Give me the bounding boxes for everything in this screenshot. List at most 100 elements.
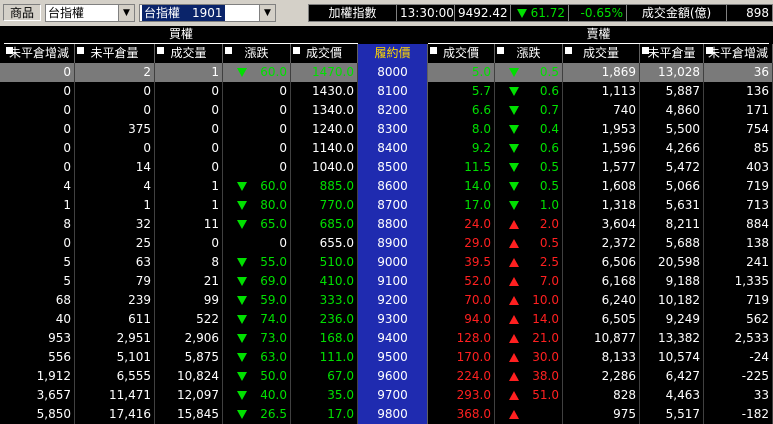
- p-price-cell: 70.0: [428, 291, 495, 310]
- col-put-oi-change[interactable]: 未平倉增減: [704, 44, 773, 63]
- chevron-down-icon[interactable]: ▼: [118, 5, 134, 21]
- cell-value: 5,101: [116, 350, 151, 364]
- cell-value: 0: [143, 84, 151, 98]
- sort-marker-icon: [642, 47, 649, 54]
- c-price-cell: 67.0: [291, 367, 358, 386]
- cell-value: 2,906: [184, 331, 219, 345]
- cell-value: 236.0: [319, 312, 354, 326]
- table-row[interactable]: 556 5,101 5,875 63.0 111.0 9500 170.0 30.0 8,133…: [0, 348, 773, 367]
- table-row[interactable]: 1 1 1 80.0 770.0 8700 17.0 1.0 1,318 5,631 713: [0, 196, 773, 215]
- p-oi-chg-cell: 754: [704, 120, 773, 139]
- p-price-cell: 29.0: [428, 234, 495, 253]
- p-price-cell: 14.0: [428, 177, 495, 196]
- strike-price-cell: 9200: [358, 291, 428, 310]
- cell-value: 9300: [377, 312, 408, 326]
- cell-value: 556: [48, 350, 71, 364]
- strike-price-cell: 8700: [358, 196, 428, 215]
- c-oi-cell: 0: [75, 101, 155, 120]
- ticker-change-pct: -0.65%: [569, 5, 627, 21]
- c-vol-cell: 0: [155, 120, 223, 139]
- cell-value: 0: [63, 141, 71, 155]
- column-header-label: 未平倉增減: [707, 46, 768, 60]
- cell-value: 5.7: [471, 84, 491, 98]
- column-header-label: 漲跌: [244, 46, 269, 60]
- table-row[interactable]: 4 4 1 60.0 885.0 8600 14.0 0.5 1,608 5,066 719: [0, 177, 773, 196]
- col-put-volume[interactable]: 成交量: [563, 44, 640, 63]
- col-put-oi[interactable]: 未平倉量: [640, 44, 704, 63]
- c-oi-cell: 0: [75, 82, 155, 101]
- cell-value: 60.0: [260, 179, 287, 193]
- cell-value: 0: [63, 236, 71, 250]
- table-row[interactable]: 0 25 0 0 655.0 8900 29.0 0.5 2,372 5,688 138: [0, 234, 773, 253]
- ticker-time: 13:30:00: [397, 5, 455, 21]
- month-select[interactable]: 台指權 1901 ▼: [139, 4, 276, 22]
- col-put-price[interactable]: 成交價: [428, 44, 495, 63]
- cell-value: 5,631: [665, 198, 700, 212]
- cell-value: 8.0: [471, 122, 491, 136]
- strike-price-cell: 8200: [358, 101, 428, 120]
- cell-value: 8,211: [665, 217, 700, 231]
- c-chg-cell: 69.0: [223, 272, 291, 291]
- up-arrow-icon: [509, 353, 519, 362]
- ticker-change-cell: 61.72: [511, 5, 569, 21]
- cell-value: 5,887: [665, 84, 700, 98]
- col-call-change[interactable]: 漲跌: [223, 44, 291, 63]
- c-vol-cell: 11: [155, 215, 223, 234]
- c-oi-chg-cell: 0: [4, 101, 75, 120]
- table-row[interactable]: 5,850 17,416 15,845 26.5 17.0 9800 368.0 975 5,5…: [0, 405, 773, 424]
- c-vol-cell: 0: [155, 139, 223, 158]
- up-arrow-icon: [509, 258, 519, 267]
- strike-price-cell: 9700: [358, 386, 428, 405]
- chevron-down-icon[interactable]: ▼: [259, 5, 275, 21]
- col-put-change[interactable]: 漲跌: [495, 44, 563, 63]
- table-row[interactable]: 0 0 0 0 1430.0 8100 5.7 0.6 1,113 5,887 136: [0, 82, 773, 101]
- p-vol-cell: 975: [563, 405, 640, 424]
- cell-value: 655.0: [319, 236, 354, 250]
- down-arrow-icon: [237, 296, 247, 305]
- down-arrow-icon: [509, 87, 519, 96]
- c-oi-chg-cell: 0: [4, 63, 75, 82]
- down-arrow-icon: [237, 353, 247, 362]
- cell-value: 2.5: [539, 255, 559, 269]
- table-row[interactable]: 1,912 6,555 10,824 50.0 67.0 9600 224.0 38.0 2,2…: [0, 367, 773, 386]
- col-call-price[interactable]: 成交價: [291, 44, 358, 63]
- table-row[interactable]: 0 0 0 0 1140.0 8400 9.2 0.6 1,596 4,266 85: [0, 139, 773, 158]
- col-call-oi-change[interactable]: 未平倉增減: [4, 44, 75, 63]
- p-price-cell: 39.5: [428, 253, 495, 272]
- table-row[interactable]: 68 239 99 59.0 333.0 9200 70.0 10.0 6,240 10,182 7…: [0, 291, 773, 310]
- p-price-cell: 5.7: [428, 82, 495, 101]
- table-row[interactable]: 953 2,951 2,906 73.0 168.0 9400 128.0 21.0 10,87…: [0, 329, 773, 348]
- cell-value: 0: [143, 141, 151, 155]
- cell-value: 111.0: [319, 350, 354, 364]
- col-call-volume[interactable]: 成交量: [155, 44, 223, 63]
- table-row[interactable]: 0 14 0 0 1040.0 8500 11.5 0.5 1,577 5,472 403: [0, 158, 773, 177]
- p-price-cell: 293.0: [428, 386, 495, 405]
- c-price-cell: 111.0: [291, 348, 358, 367]
- cell-value: 128.0: [456, 331, 491, 345]
- table-row[interactable]: 5 63 8 55.0 510.0 9000 39.5 2.5 6,506 20,598 241: [0, 253, 773, 272]
- cell-value: 2: [143, 65, 151, 79]
- cell-value: 0: [279, 160, 287, 174]
- table-row[interactable]: 0 0 0 0 1340.0 8200 6.6 0.7 740 4,860 171: [0, 101, 773, 120]
- cell-value: 0.5: [539, 179, 559, 193]
- c-oi-chg-cell: 953: [4, 329, 75, 348]
- col-strike[interactable]: 履約價: [358, 44, 428, 63]
- table-row[interactable]: 0 2 1 60.0 1470.0 8000 5.0 0.5 1,869 13,028 36: [0, 63, 773, 82]
- product-select[interactable]: 台指權 ▼: [45, 4, 135, 22]
- cell-value: 770.0: [319, 198, 354, 212]
- p-oi-chg-cell: 1,335: [704, 272, 773, 291]
- cell-value: 4,463: [665, 388, 700, 402]
- table-row[interactable]: 3,657 11,471 12,097 40.0 35.0 9700 293.0 51.0 82…: [0, 386, 773, 405]
- table-row[interactable]: 40 611 522 74.0 236.0 9300 94.0 14.0 6,505 9,249 5…: [0, 310, 773, 329]
- col-call-oi[interactable]: 未平倉量: [75, 44, 155, 63]
- c-oi-cell: 4: [75, 177, 155, 196]
- p-oi-cell: 4,266: [640, 139, 704, 158]
- p-vol-cell: 1,608: [563, 177, 640, 196]
- table-row[interactable]: 8 32 11 65.0 685.0 8800 24.0 2.0 3,604 8,211 884: [0, 215, 773, 234]
- table-row[interactable]: 0 375 0 0 1240.0 8300 8.0 0.4 1,953 5,500 754: [0, 120, 773, 139]
- table-row[interactable]: 5 79 21 69.0 410.0 9100 52.0 7.0 6,168 9,188 1,335: [0, 272, 773, 291]
- cell-value: 0.5: [539, 160, 559, 174]
- p-oi-chg-cell: 241: [704, 253, 773, 272]
- p-oi-cell: 13,028: [640, 63, 704, 82]
- cell-value: 1.0: [539, 198, 559, 212]
